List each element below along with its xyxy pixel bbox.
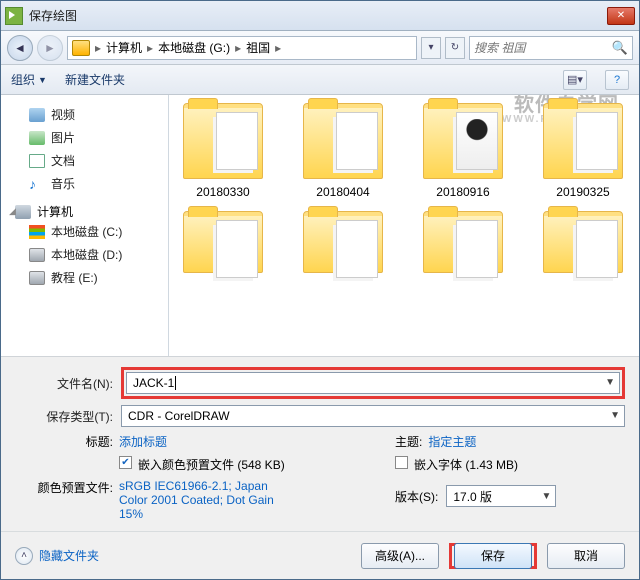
video-icon xyxy=(29,108,45,122)
image-icon xyxy=(29,131,45,145)
windows-drive-icon xyxy=(29,225,45,239)
crumb-drive[interactable]: 本地磁盘 (G:) xyxy=(158,39,230,56)
crumb-folder[interactable]: 祖国 xyxy=(246,39,270,56)
version-value: 17.0 版 xyxy=(453,488,492,505)
title-label: 标题: xyxy=(15,433,113,450)
folder-item[interactable]: 20180404 xyxy=(299,103,387,199)
folder-icon xyxy=(72,40,90,56)
search-icon: 🔍 xyxy=(612,40,628,56)
view-button[interactable]: ▤▾ xyxy=(563,70,587,90)
drive-icon xyxy=(29,271,45,285)
crumb-computer[interactable]: 计算机 xyxy=(106,39,142,56)
sidebar-item-music[interactable]: ♪ 音乐 xyxy=(9,172,160,195)
sidebar-computer-header[interactable]: ◢计算机 xyxy=(9,203,160,220)
document-icon xyxy=(29,154,45,168)
chevron-down-icon[interactable]: ▼ xyxy=(605,377,615,388)
search-box[interactable]: 🔍 xyxy=(469,36,633,60)
subject-value[interactable]: 指定主题 xyxy=(428,433,476,450)
window-title: 保存绘图 xyxy=(29,7,607,24)
sidebar-label: 教程 (E:) xyxy=(51,269,98,286)
help-button[interactable]: ? xyxy=(605,70,629,90)
form-area: 文件名(N): JACK-1 ▼ 保存类型(T): CDR - CorelDRA… xyxy=(1,356,639,531)
folder-item[interactable] xyxy=(539,211,627,279)
sidebar-drive-d[interactable]: 本地磁盘 (D:) xyxy=(9,243,160,266)
footer: ˄ 隐藏文件夹 高级(A)... 保存 取消 xyxy=(1,531,639,579)
folder-label: 20180916 xyxy=(436,185,489,199)
sidebar-item-video[interactable]: 视频 xyxy=(9,103,160,126)
dropdown-history-button[interactable]: ▾ xyxy=(421,37,441,59)
embed-color-checkbox[interactable]: ✔ xyxy=(119,456,132,469)
filetype-label: 保存类型(T): xyxy=(15,408,113,425)
subject-label: 主题: xyxy=(395,433,422,450)
sidebar-label: 计算机 xyxy=(37,203,73,220)
forward-button[interactable]: ► xyxy=(37,35,63,61)
sidebar-label: 本地磁盘 (C:) xyxy=(51,223,122,240)
navbar: ◄ ► ▸ 计算机 ▸ 本地磁盘 (G:) ▸ 祖国 ▸ ▾ ↻ 🔍 xyxy=(1,31,639,65)
breadcrumb[interactable]: ▸ 计算机 ▸ 本地磁盘 (G:) ▸ 祖国 ▸ xyxy=(67,36,417,60)
refresh-button[interactable]: ↻ xyxy=(445,37,465,59)
filename-highlight: JACK-1 ▼ xyxy=(121,367,625,399)
folder-item[interactable] xyxy=(419,211,507,279)
sidebar-label: 文档 xyxy=(51,152,75,169)
filetype-select[interactable]: CDR - CorelDRAW ▼ xyxy=(121,405,625,427)
save-highlight: 保存 xyxy=(449,543,537,569)
body: 视频 图片 文档 ♪ 音乐 ◢计算机 本地磁盘 (C:) 本地磁盘 (D:) 教程… xyxy=(1,95,639,356)
sidebar: 视频 图片 文档 ♪ 音乐 ◢计算机 本地磁盘 (C:) 本地磁盘 (D:) 教程… xyxy=(1,95,169,356)
titlebar: 保存绘图 ✕ xyxy=(1,1,639,31)
app-icon xyxy=(5,7,23,25)
cancel-button[interactable]: 取消 xyxy=(547,543,625,569)
folder-item[interactable]: 20180916 xyxy=(419,103,507,199)
save-dialog: 保存绘图 ✕ ◄ ► ▸ 计算机 ▸ 本地磁盘 (G:) ▸ 祖国 ▸ ▾ ↻ … xyxy=(0,0,640,580)
sidebar-label: 音乐 xyxy=(51,175,75,192)
organize-menu[interactable]: 组织 ▼ xyxy=(11,71,47,88)
chevron-down-icon[interactable]: ▼ xyxy=(610,410,620,421)
file-pane[interactable]: 软件自学网 WWW.RJZXW.COM 20180330 20180404 20… xyxy=(169,95,639,356)
close-button[interactable]: ✕ xyxy=(607,7,635,25)
version-select[interactable]: 17.0 版 ▼ xyxy=(446,485,556,507)
color-profile-value: sRGB IEC61966-2.1; Japan Color 2001 Coat… xyxy=(119,479,289,521)
filename-label: 文件名(N): xyxy=(15,375,113,392)
sidebar-label: 图片 xyxy=(51,129,75,146)
filename-value: JACK-1 xyxy=(133,376,174,390)
hide-folders-toggle[interactable]: ˄ 隐藏文件夹 xyxy=(15,547,99,565)
advanced-button[interactable]: 高级(A)... xyxy=(361,543,439,569)
title-value[interactable]: 添加标题 xyxy=(119,433,167,450)
toolbar: 组织 ▼ 新建文件夹 ▤▾ ? xyxy=(1,65,639,95)
color-profile-label: 颜色预置文件: xyxy=(15,479,113,496)
sidebar-item-documents[interactable]: 文档 xyxy=(9,149,160,172)
filename-input[interactable]: JACK-1 ▼ xyxy=(126,372,620,394)
folder-item[interactable]: 20180330 xyxy=(179,103,267,199)
sidebar-label: 视频 xyxy=(51,106,75,123)
chevron-down-icon[interactable]: ▼ xyxy=(541,491,551,502)
embed-color-label: 嵌入颜色预置文件 (548 KB) xyxy=(138,456,285,473)
sidebar-item-pictures[interactable]: 图片 xyxy=(9,126,160,149)
search-input[interactable] xyxy=(474,41,608,55)
folder-label: 20180330 xyxy=(196,185,249,199)
new-folder-button[interactable]: 新建文件夹 xyxy=(65,71,125,88)
music-icon: ♪ xyxy=(29,177,45,191)
embed-font-label: 嵌入字体 (1.43 MB) xyxy=(414,456,518,473)
sidebar-drive-e[interactable]: 教程 (E:) xyxy=(9,266,160,289)
embed-font-checkbox[interactable] xyxy=(395,456,408,469)
folder-item[interactable] xyxy=(299,211,387,279)
back-button[interactable]: ◄ xyxy=(7,35,33,61)
version-label: 版本(S): xyxy=(395,488,438,505)
sidebar-label: 本地磁盘 (D:) xyxy=(51,246,122,263)
folder-label: 20180404 xyxy=(316,185,369,199)
computer-icon xyxy=(15,205,31,219)
save-button[interactable]: 保存 xyxy=(454,543,532,569)
filetype-value: CDR - CorelDRAW xyxy=(128,409,230,423)
folder-item[interactable] xyxy=(179,211,267,279)
folder-item[interactable]: 20190325 xyxy=(539,103,627,199)
folder-label: 20190325 xyxy=(556,185,609,199)
sidebar-drive-c[interactable]: 本地磁盘 (C:) xyxy=(9,220,160,243)
chevron-up-icon: ˄ xyxy=(15,547,33,565)
drive-icon xyxy=(29,248,45,262)
